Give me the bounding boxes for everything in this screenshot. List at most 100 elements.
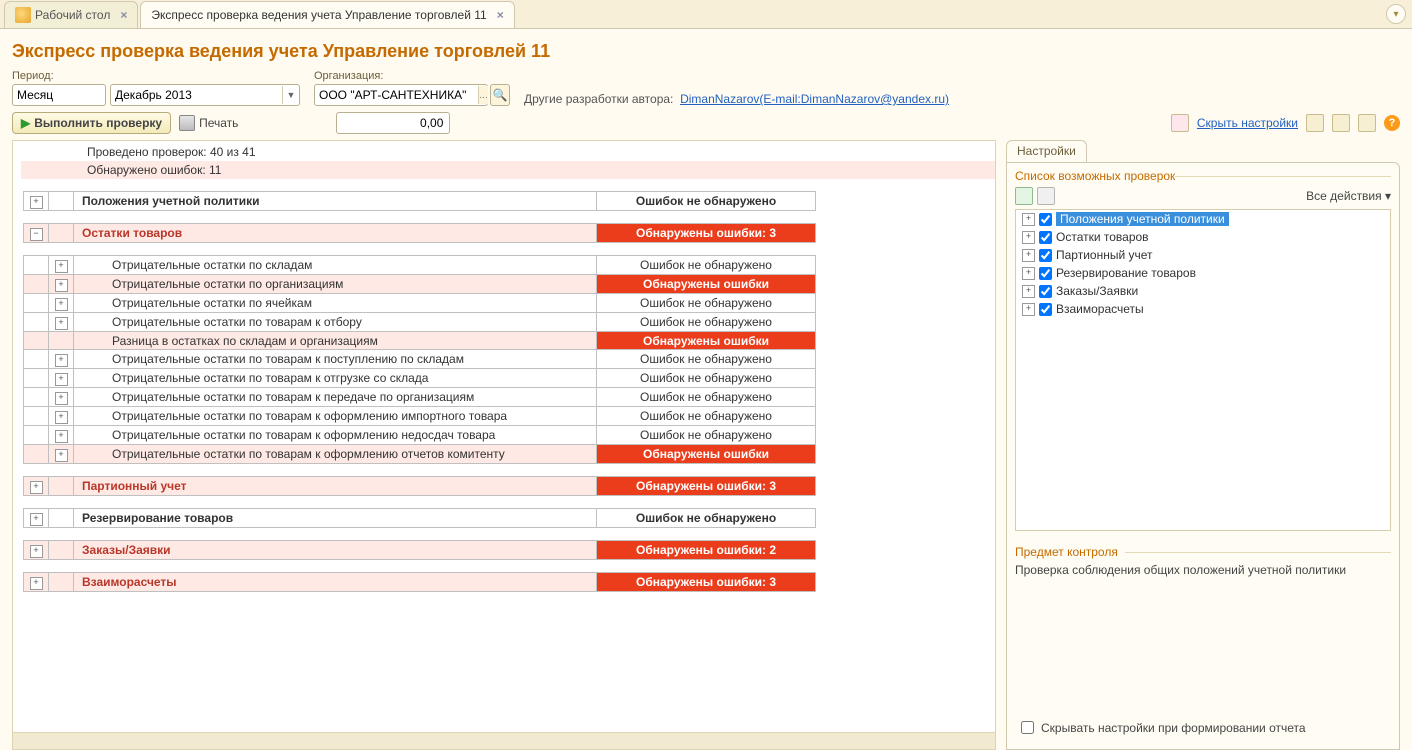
org-input[interactable]: … bbox=[314, 84, 488, 106]
check-status: Обнаружены ошибки bbox=[597, 445, 816, 464]
check-name: Отрицательные остатки по ячейкам bbox=[74, 294, 597, 313]
tree-item[interactable]: + Взаиморасчеты bbox=[1016, 300, 1390, 318]
tree-checkbox[interactable] bbox=[1039, 285, 1052, 298]
hide-settings-checkbox[interactable] bbox=[1021, 721, 1034, 734]
tree-item[interactable]: + Заказы/Заявки bbox=[1016, 282, 1390, 300]
period-value-select[interactable]: ▼ bbox=[110, 84, 300, 106]
check-status: Ошибок не обнаружено bbox=[597, 350, 816, 369]
tree-checkbox[interactable] bbox=[1039, 231, 1052, 244]
checks-tree: + Положения учетной политики + Остатки тов… bbox=[1015, 209, 1391, 531]
close-icon[interactable]: × bbox=[120, 8, 127, 22]
expand-icon[interactable]: + bbox=[55, 430, 68, 443]
tab-express-check[interactable]: Экспресс проверка ведения учета Управлен… bbox=[140, 1, 514, 28]
expand-icon[interactable]: + bbox=[1022, 231, 1035, 244]
check-name: Отрицательные остатки по складам bbox=[74, 256, 597, 275]
expand-icon[interactable]: + bbox=[1022, 303, 1035, 316]
tree-checkbox[interactable] bbox=[1039, 249, 1052, 262]
tree-checkbox[interactable] bbox=[1039, 303, 1052, 316]
magnifier-icon[interactable]: 🔍 bbox=[490, 84, 510, 106]
expand-icon[interactable]: + bbox=[30, 513, 43, 526]
tree-item[interactable]: + Партионный учет bbox=[1016, 246, 1390, 264]
group-status: Ошибок не обнаружено bbox=[597, 192, 816, 211]
tab-desktop[interactable]: Рабочий стол × bbox=[4, 1, 138, 28]
check-name: Отрицательные остатки по товарам к посту… bbox=[74, 350, 597, 369]
chevron-down-icon[interactable]: ▼ bbox=[282, 86, 299, 104]
expand-icon[interactable]: + bbox=[55, 354, 68, 367]
group-name: Партионный учет bbox=[74, 477, 597, 496]
expand-icon[interactable]: + bbox=[1022, 267, 1035, 280]
expand-icon[interactable]: + bbox=[30, 577, 43, 590]
tree-item-label: Остатки товаров bbox=[1056, 230, 1149, 244]
play-icon: ▶ bbox=[21, 116, 30, 130]
tree-item-label: Заказы/Заявки bbox=[1056, 284, 1138, 298]
check-name: Отрицательные остатки по товарам к перед… bbox=[74, 388, 597, 407]
check-name: Отрицательные остатки по товарам к оформ… bbox=[74, 426, 597, 445]
check-name: Отрицательные остатки по организациям bbox=[74, 275, 597, 294]
checks-list-title: Список возможных проверок bbox=[1015, 169, 1391, 183]
check-status: Ошибок не обнаружено bbox=[597, 388, 816, 407]
check-status: Ошибок не обнаружено bbox=[597, 369, 816, 388]
check-all-icon[interactable] bbox=[1015, 187, 1033, 205]
group-status: Обнаружены ошибки: 3 bbox=[597, 224, 816, 243]
expand-icon[interactable]: + bbox=[1022, 285, 1035, 298]
check-status: Ошибок не обнаружено bbox=[597, 407, 816, 426]
settings-panel: Настройки Список возможных проверок Все … bbox=[1006, 140, 1400, 750]
uncheck-all-icon[interactable] bbox=[1037, 187, 1055, 205]
expand-icon[interactable]: + bbox=[30, 545, 43, 558]
check-name: Отрицательные остатки по товарам к отгру… bbox=[74, 369, 597, 388]
check-name: Отрицательные остатки по товарам к оформ… bbox=[74, 445, 597, 464]
print-button[interactable]: Печать bbox=[179, 115, 238, 131]
expand-icon[interactable]: + bbox=[55, 392, 68, 405]
group-status: Обнаружены ошибки: 3 bbox=[597, 477, 816, 496]
expand-icon[interactable]: + bbox=[55, 373, 68, 386]
run-check-button[interactable]: ▶Выполнить проверку bbox=[12, 112, 171, 134]
tree-item[interactable]: + Положения учетной политики bbox=[1016, 210, 1390, 228]
tree-item-label: Взаиморасчеты bbox=[1056, 302, 1144, 316]
expand-icon[interactable]: + bbox=[55, 449, 68, 462]
tab-bar: Рабочий стол × Экспресс проверка ведения … bbox=[0, 0, 1412, 29]
tool-icon-3[interactable] bbox=[1358, 114, 1376, 132]
select-button[interactable]: … bbox=[478, 86, 488, 104]
collapse-button[interactable]: ▾ bbox=[1386, 4, 1406, 24]
collapse-icon[interactable]: − bbox=[30, 228, 43, 241]
check-status: Ошибок не обнаружено bbox=[597, 256, 816, 275]
horizontal-scrollbar[interactable] bbox=[13, 732, 995, 749]
group-status: Обнаружены ошибки: 2 bbox=[597, 541, 816, 560]
expand-icon[interactable]: + bbox=[55, 317, 68, 330]
all-actions-menu[interactable]: Все действия ▾ bbox=[1306, 189, 1391, 203]
tree-item[interactable]: + Остатки товаров bbox=[1016, 228, 1390, 246]
check-status: Ошибок не обнаружено bbox=[597, 313, 816, 332]
expand-icon[interactable]: + bbox=[55, 279, 68, 292]
tree-checkbox[interactable] bbox=[1039, 213, 1052, 226]
group-name: Резервирование товаров bbox=[74, 509, 597, 528]
desktop-icon bbox=[15, 7, 31, 23]
close-icon[interactable]: × bbox=[497, 8, 504, 22]
expand-icon[interactable]: + bbox=[55, 260, 68, 273]
check-status: Ошибок не обнаружено bbox=[597, 294, 816, 313]
help-icon[interactable]: ? bbox=[1384, 115, 1400, 131]
tree-item[interactable]: +Резервирование товаров bbox=[1016, 264, 1390, 282]
tree-item-label: Партионный учет bbox=[1056, 248, 1153, 262]
tree-checkbox[interactable] bbox=[1039, 267, 1052, 280]
author-link[interactable]: DimanNazarov(E-mail:DimanNazarov@yandex.… bbox=[680, 92, 949, 106]
expand-icon[interactable]: + bbox=[55, 411, 68, 424]
tool-icon-1[interactable] bbox=[1306, 114, 1324, 132]
period-type-select[interactable]: ▼ bbox=[12, 84, 106, 106]
group-status: Ошибок не обнаружено bbox=[597, 509, 816, 528]
hide-settings-label: Скрывать настройки при формировании отче… bbox=[1041, 721, 1306, 735]
org-label: Организация: bbox=[314, 70, 510, 82]
settings-tab[interactable]: Настройки bbox=[1006, 140, 1087, 162]
check-name: Разница в остатках по складам и организа… bbox=[74, 332, 597, 350]
tab-label: Рабочий стол bbox=[35, 8, 110, 22]
tool-icon-2[interactable] bbox=[1332, 114, 1350, 132]
hide-settings-link[interactable]: Скрыть настройки bbox=[1197, 116, 1298, 130]
number-input[interactable] bbox=[336, 112, 450, 134]
settings-icon[interactable] bbox=[1171, 114, 1189, 132]
expand-icon[interactable]: + bbox=[30, 196, 43, 209]
period-label: Период: bbox=[12, 70, 300, 82]
expand-icon[interactable]: + bbox=[30, 481, 43, 494]
expand-icon[interactable]: + bbox=[55, 298, 68, 311]
expand-icon[interactable]: + bbox=[1022, 249, 1035, 262]
expand-icon[interactable]: + bbox=[1022, 213, 1035, 226]
tree-item-label: Положения учетной политики bbox=[1056, 212, 1229, 226]
